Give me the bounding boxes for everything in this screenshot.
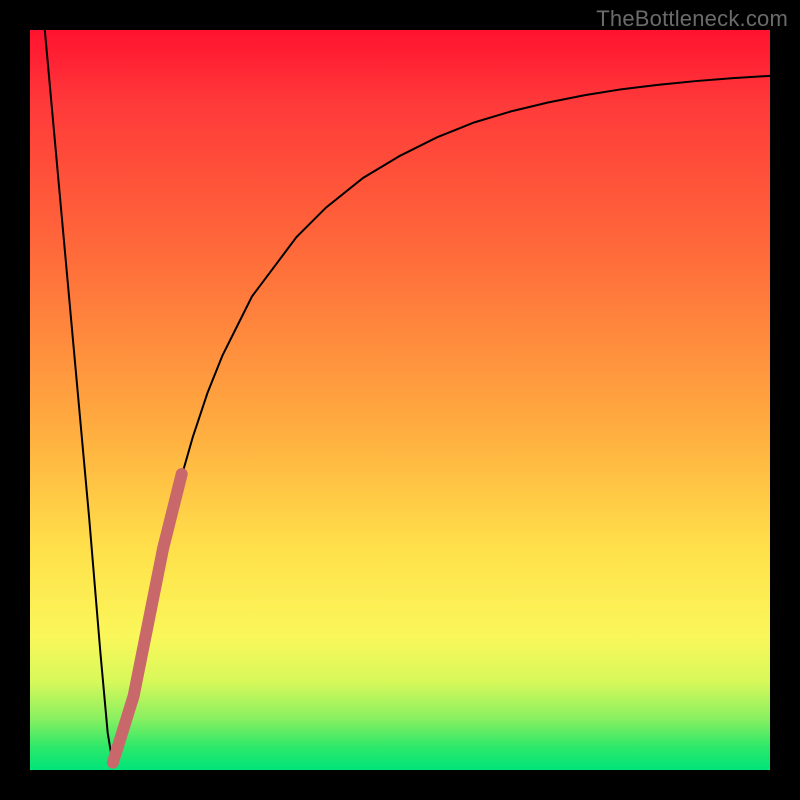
series-black-curve	[45, 30, 770, 763]
chart-overlay	[30, 30, 770, 770]
series-highlight-segment	[113, 474, 182, 763]
chart-frame: TheBottleneck.com	[0, 0, 800, 800]
watermark-text: TheBottleneck.com	[596, 6, 788, 32]
